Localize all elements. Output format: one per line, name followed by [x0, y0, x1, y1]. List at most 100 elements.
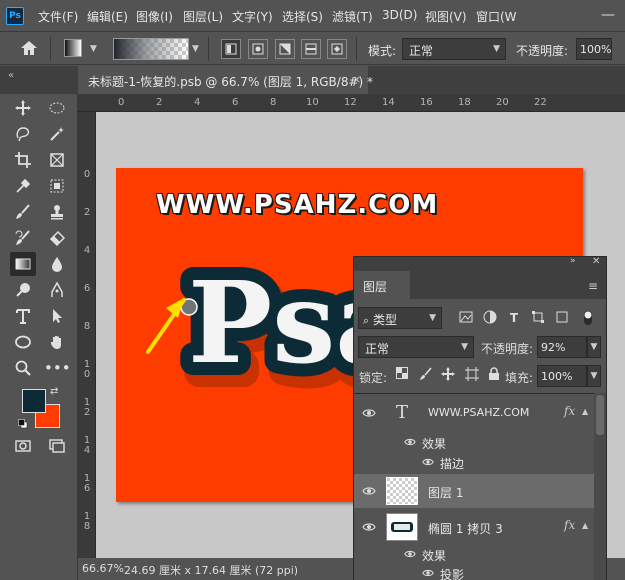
effect-eye-icon[interactable] [404, 436, 416, 448]
blend-mode-select[interactable]: 正常 ▼ [358, 336, 474, 358]
panel-menu-icon[interactable]: ≡ [588, 279, 598, 293]
angle-gradient-icon[interactable] [275, 39, 295, 59]
radial-gradient-icon[interactable] [248, 39, 268, 59]
object-selection-icon[interactable] [44, 174, 70, 198]
history-brush-icon[interactable] [10, 226, 36, 250]
minimize-icon[interactable]: — [595, 3, 621, 27]
lock-artboard-icon[interactable] [464, 367, 480, 383]
menu-type[interactable]: 文字(Y) [232, 8, 273, 25]
fill-field[interactable]: 100% [537, 365, 587, 387]
panel-title-bar[interactable] [354, 257, 606, 271]
layer-filter-select[interactable]: ⌕ 类型 ▼ [358, 307, 442, 329]
fill-chevron-icon[interactable]: ▼ [587, 365, 601, 387]
layer-opacity-field[interactable]: 92% [537, 336, 587, 358]
menu-view[interactable]: 视图(V) [425, 8, 467, 25]
effect-eye-icon[interactable] [422, 567, 434, 579]
layer-row-text[interactable]: T WWW.PSAHZ.COM fx ▲ [354, 394, 594, 432]
menu-filter[interactable]: 滤镜(T) [332, 8, 373, 25]
gradient-tool-icon[interactable] [64, 39, 82, 57]
filter-type-icon[interactable]: T [506, 310, 522, 326]
foreground-color-swatch[interactable] [22, 389, 46, 413]
screen-mode-icon[interactable] [44, 434, 70, 458]
effect-eye-icon[interactable] [404, 548, 416, 560]
menu-edit[interactable]: 编辑(E) [87, 8, 128, 25]
lock-position-icon[interactable] [440, 367, 456, 383]
visibility-eye-icon[interactable] [362, 484, 376, 498]
brush-tool-icon[interactable] [10, 200, 36, 224]
gradient-preview[interactable] [113, 38, 189, 60]
ellipse-tool-icon[interactable] [10, 330, 36, 354]
home-icon[interactable] [20, 40, 40, 58]
elliptical-marquee-icon[interactable] [44, 96, 70, 120]
dodge-tool-icon[interactable] [10, 278, 36, 302]
layer-name[interactable]: 椭圆 1 拷贝 3 [428, 520, 503, 537]
pen-tool-icon[interactable] [44, 278, 70, 302]
effects-row[interactable]: 效果 [354, 544, 594, 564]
move-tool-icon[interactable] [10, 96, 36, 120]
expand-effects-icon[interactable]: ▲ [582, 521, 588, 530]
path-selection-icon[interactable] [44, 304, 70, 328]
zoom-tool-icon[interactable] [10, 356, 36, 380]
menu-select[interactable]: 选择(S) [282, 8, 323, 25]
quick-mask-icon[interactable] [10, 434, 36, 458]
tab-layers[interactable]: 图层 [354, 271, 410, 299]
default-colors-icon[interactable] [18, 418, 28, 429]
chevron-down-icon[interactable]: ▼ [90, 44, 97, 54]
filter-pixel-icon[interactable] [458, 310, 474, 326]
visibility-eye-icon[interactable] [362, 520, 376, 534]
scrollbar-thumb[interactable] [596, 395, 604, 435]
fx-icon[interactable]: fx [564, 404, 575, 418]
filter-toggle-icon[interactable] [580, 310, 596, 326]
panel-close-icon[interactable]: ✕ [592, 256, 600, 267]
lock-all-icon[interactable] [486, 367, 502, 383]
lock-transparent-pixels-icon[interactable] [394, 367, 410, 383]
filter-shape-icon[interactable] [530, 310, 546, 326]
layer-name[interactable]: 图层 1 [428, 484, 463, 501]
gradient-tool-active-icon[interactable] [10, 252, 36, 276]
visibility-eye-icon[interactable] [362, 406, 376, 420]
zoom-level[interactable]: 66.67% [82, 562, 124, 575]
double-chevron-left-icon[interactable]: « [8, 70, 14, 81]
blur-tool-icon[interactable] [44, 252, 70, 276]
ruler-tick: 14 [382, 97, 395, 108]
hand-tool-icon[interactable] [44, 330, 70, 354]
panel-collapse-icon[interactable]: » [570, 256, 576, 266]
effects-row[interactable]: 效果 [354, 432, 594, 452]
filter-adjustment-icon[interactable] [482, 310, 498, 326]
type-tool-icon[interactable] [10, 304, 36, 328]
menu-3d[interactable]: 3D(D) [382, 8, 417, 22]
linear-gradient-icon[interactable] [221, 39, 241, 59]
magic-wand-icon[interactable] [44, 122, 70, 146]
swap-colors-icon[interactable]: ⇄ [50, 386, 58, 397]
stamp-tool-icon[interactable] [44, 200, 70, 224]
opacity-chevron-icon[interactable]: ▼ [587, 336, 601, 358]
document-tab[interactable]: 未标题-1-恢复的.psb @ 66.7% (图层 1, RGB/8#) * [78, 66, 373, 94]
effect-stroke-row[interactable]: 描边 [354, 452, 594, 472]
lasso-tool-icon[interactable] [10, 122, 36, 146]
effect-drop-shadow-row[interactable]: 投影 [354, 563, 594, 580]
menu-window[interactable]: 窗口(W [476, 8, 517, 25]
menu-file[interactable]: 文件(F) [38, 8, 78, 25]
filter-smart-object-icon[interactable] [554, 310, 570, 326]
eraser-tool-icon[interactable] [44, 226, 70, 250]
layers-scrollbar[interactable] [594, 393, 606, 580]
gradient-picker-chevron-icon[interactable]: ▼ [192, 44, 199, 54]
crop-tool-icon[interactable] [10, 148, 36, 172]
layer-row-selected[interactable]: 图层 1 [354, 474, 594, 508]
fx-icon[interactable]: fx [564, 518, 575, 532]
layer-name[interactable]: WWW.PSAHZ.COM [428, 406, 529, 419]
eyedropper-icon[interactable] [10, 174, 36, 198]
menu-image[interactable]: 图像(I) [136, 8, 173, 25]
mode-select[interactable]: 正常 ▼ [402, 38, 506, 60]
frame-tool-icon[interactable] [44, 148, 70, 172]
more-tools-icon[interactable]: ••• [44, 356, 71, 380]
opacity-field[interactable]: 100% [576, 38, 612, 60]
expand-effects-icon[interactable]: ▲ [582, 407, 588, 416]
tab-close-icon[interactable]: × [352, 73, 361, 86]
effect-eye-icon[interactable] [422, 456, 434, 468]
diamond-gradient-icon[interactable] [327, 39, 347, 59]
lock-image-pixels-icon[interactable] [418, 367, 434, 383]
menu-layer[interactable]: 图层(L) [183, 8, 223, 25]
layer-row-shape[interactable]: 椭圆 1 拷贝 3 fx ▲ [354, 510, 594, 544]
reflected-gradient-icon[interactable] [301, 39, 321, 59]
